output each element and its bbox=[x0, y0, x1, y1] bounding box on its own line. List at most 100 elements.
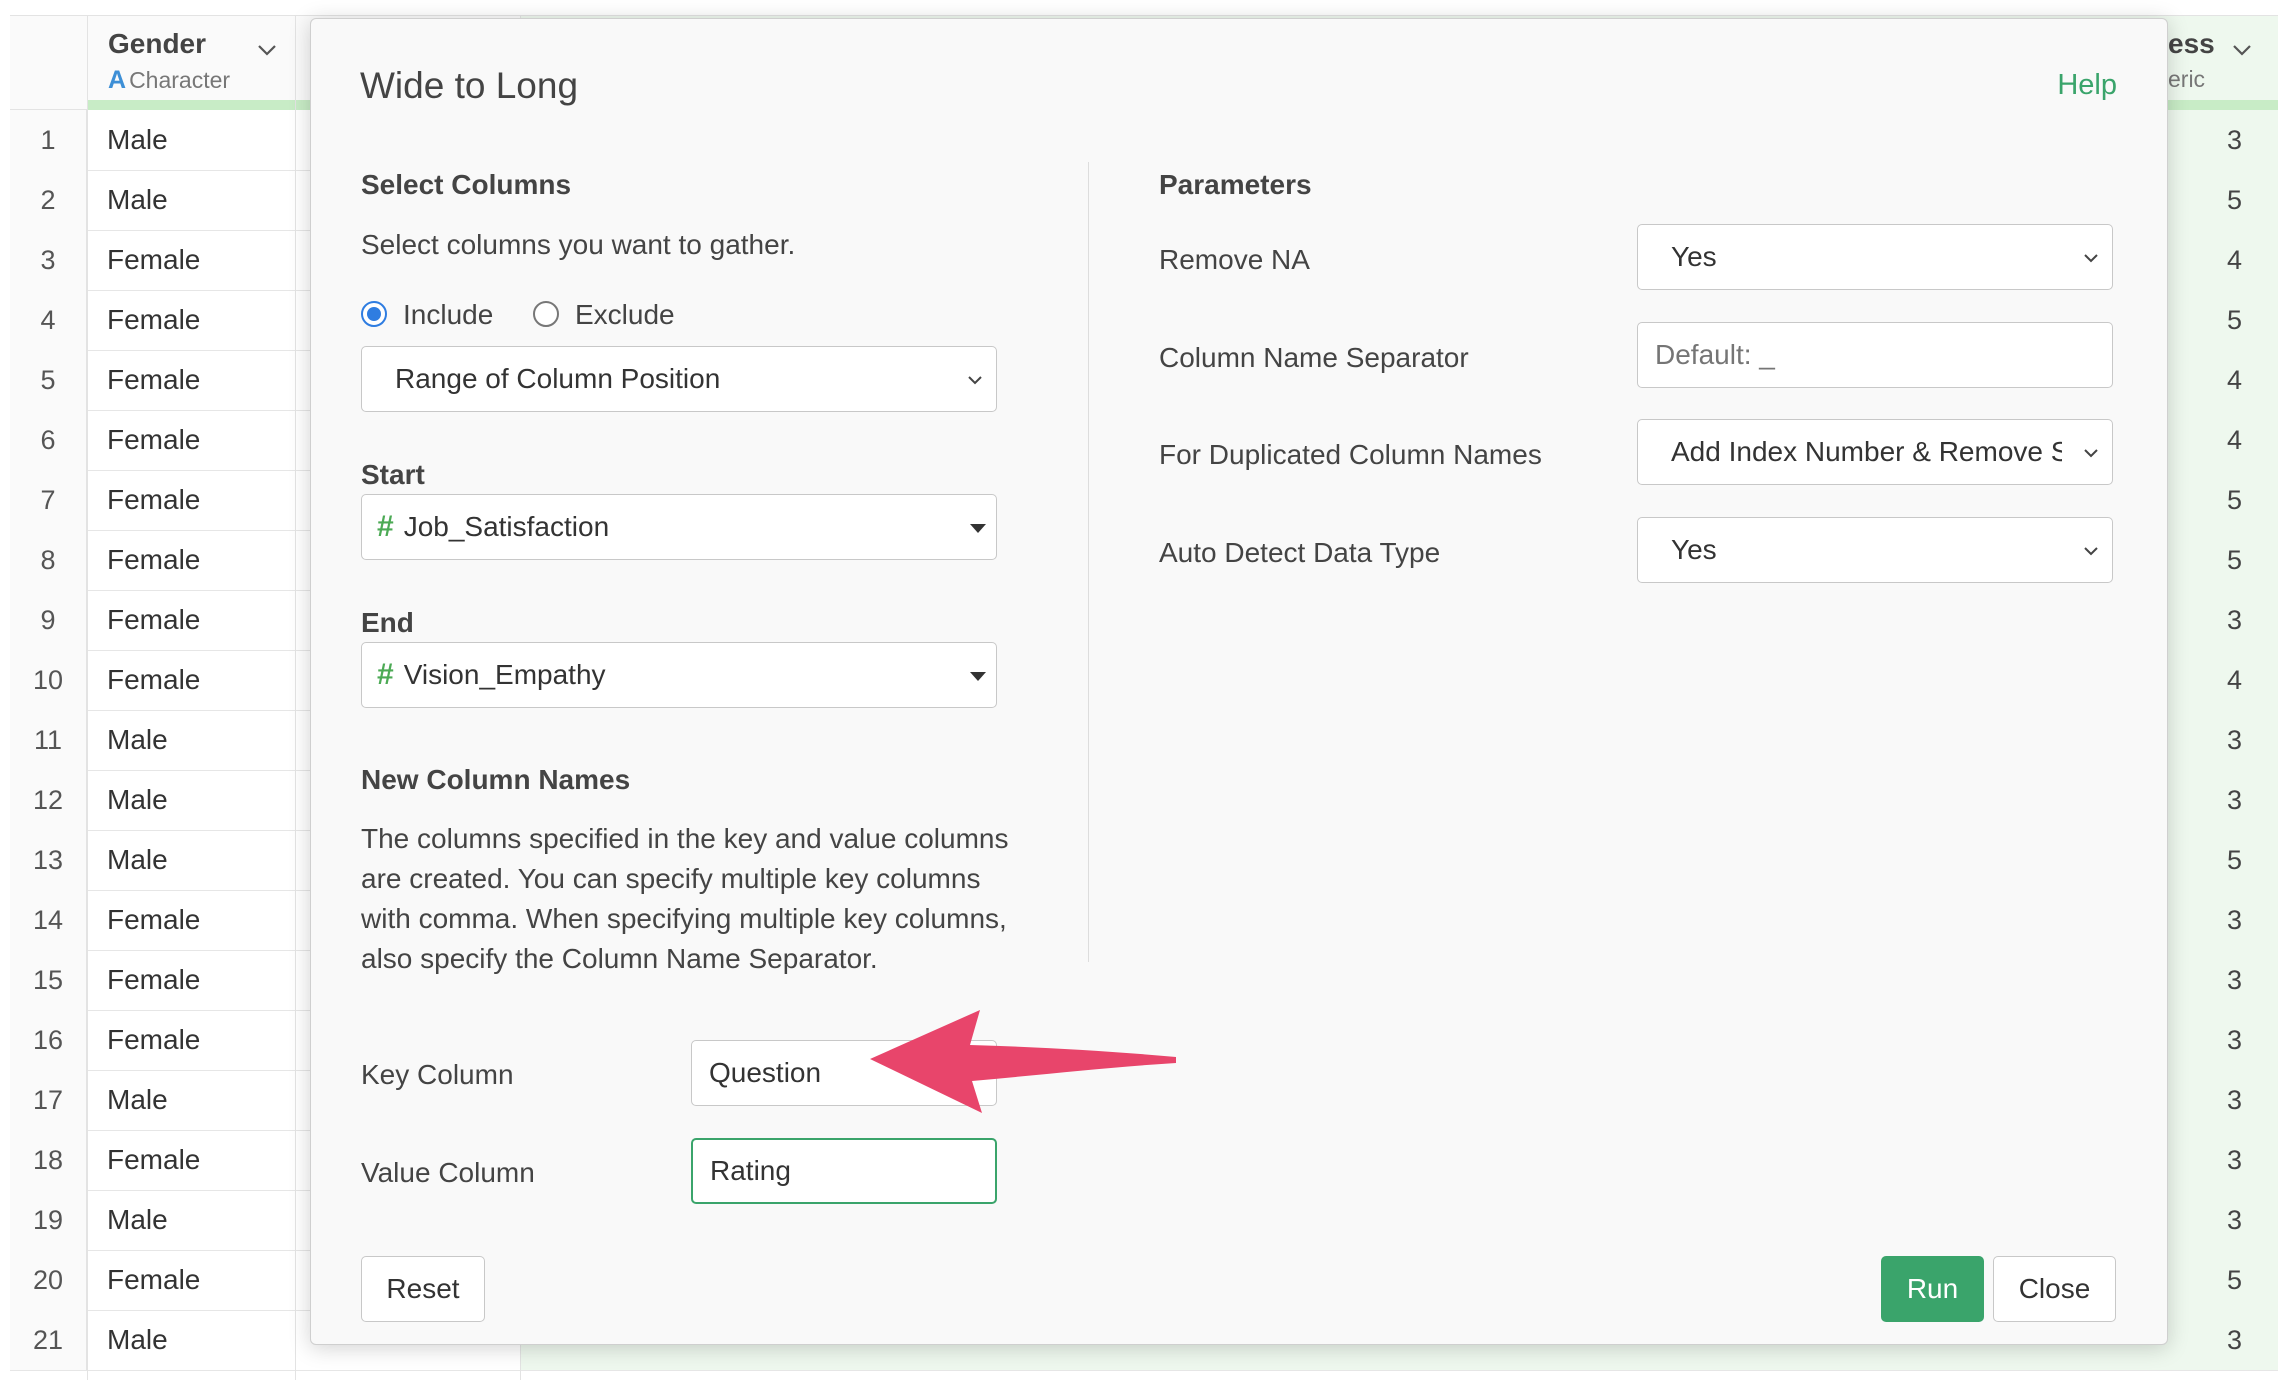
row-number: 4 bbox=[10, 290, 87, 350]
exclude-label: Exclude bbox=[575, 299, 675, 330]
value-cell[interactable]: 5 bbox=[2227, 1250, 2242, 1310]
row-number: 20 bbox=[10, 1250, 87, 1310]
row-number: 18 bbox=[10, 1130, 87, 1190]
chevron-down-icon bbox=[968, 376, 982, 385]
end-column-select[interactable]: # Vision_Empathy bbox=[361, 642, 997, 708]
column-divider bbox=[1088, 162, 1089, 962]
gender-cell[interactable]: Male bbox=[107, 830, 168, 890]
start-label: Start bbox=[361, 459, 425, 490]
value-cell[interactable]: 3 bbox=[2227, 1010, 2242, 1070]
row-number: 11 bbox=[10, 710, 87, 770]
gender-cell[interactable]: Female bbox=[107, 530, 200, 590]
row-number: 7 bbox=[10, 470, 87, 530]
parameters-heading: Parameters bbox=[1159, 169, 1312, 200]
gender-cell[interactable]: Female bbox=[107, 1130, 200, 1190]
caret-down-icon bbox=[970, 672, 986, 681]
gender-cell[interactable]: Male bbox=[107, 710, 168, 770]
value-cell[interactable]: 3 bbox=[2227, 1070, 2242, 1130]
remove-na-label: Remove NA bbox=[1159, 244, 1310, 275]
column-name: Gender bbox=[108, 28, 207, 59]
gender-cell[interactable]: Female bbox=[107, 290, 200, 350]
help-link[interactable]: Help bbox=[2057, 69, 2117, 102]
exclude-radio[interactable] bbox=[533, 301, 559, 327]
value-cell[interactable]: 4 bbox=[2227, 350, 2242, 410]
row-number: 9 bbox=[10, 590, 87, 650]
value-column-label: Value Column bbox=[361, 1157, 535, 1188]
value-cell[interactable]: 3 bbox=[2227, 110, 2242, 170]
value-cell[interactable]: 5 bbox=[2227, 830, 2242, 890]
value-cell[interactable]: 5 bbox=[2227, 170, 2242, 230]
row-number: 13 bbox=[10, 830, 87, 890]
row-number: 14 bbox=[10, 890, 87, 950]
gender-cell[interactable]: Male bbox=[107, 1190, 168, 1250]
gender-cell[interactable]: Female bbox=[107, 1010, 200, 1070]
remove-na-value: Yes bbox=[1671, 241, 1717, 272]
gender-cell[interactable]: Male bbox=[107, 1310, 168, 1370]
value-cell[interactable]: 5 bbox=[2227, 290, 2242, 350]
start-column-value: Job_Satisfaction bbox=[403, 511, 610, 542]
gender-cell[interactable]: Male bbox=[107, 770, 168, 830]
include-label: Include bbox=[403, 299, 494, 330]
row-number: 6 bbox=[10, 410, 87, 470]
gender-cell[interactable]: Female bbox=[107, 350, 200, 410]
select-value: Range of Column Position bbox=[395, 363, 721, 394]
value-cell[interactable]: 3 bbox=[2227, 1130, 2242, 1190]
gender-cell[interactable]: Female bbox=[107, 410, 200, 470]
auto-detect-data-type-select[interactable]: Yes bbox=[1637, 517, 2113, 583]
close-button[interactable]: Close bbox=[1993, 1256, 2116, 1322]
value-cell[interactable]: 5 bbox=[2227, 530, 2242, 590]
gender-cell[interactable]: Female bbox=[107, 470, 200, 530]
duplicated-column-names-value: Add Index Number & Remove S bbox=[1671, 436, 2062, 467]
reset-button[interactable]: Reset bbox=[361, 1256, 485, 1322]
include-radio[interactable] bbox=[361, 301, 387, 327]
column-header-gender[interactable]: Gender A Character bbox=[87, 15, 295, 110]
value-cell[interactable]: 4 bbox=[2227, 650, 2242, 710]
auto-detect-data-type-value: Yes bbox=[1671, 534, 1717, 565]
column-divider-line bbox=[295, 15, 296, 1380]
column-header-stripe bbox=[87, 100, 295, 110]
row-number: 12 bbox=[10, 770, 87, 830]
gender-cell[interactable]: Male bbox=[107, 1070, 168, 1130]
value-cell[interactable]: 5 bbox=[2227, 470, 2242, 530]
new-column-names-description: The columns specified in the key and val… bbox=[361, 823, 1009, 974]
column-name-separator-label: Column Name Separator bbox=[1159, 342, 1469, 373]
column-type-label: Character bbox=[129, 67, 231, 93]
row-number-header bbox=[10, 15, 87, 110]
chevron-down-icon[interactable] bbox=[2230, 38, 2254, 62]
gender-cell[interactable]: Male bbox=[107, 170, 168, 230]
wide-to-long-dialog: Wide to Long Help Select Columns Select … bbox=[310, 18, 2168, 1345]
gender-cell[interactable]: Male bbox=[107, 110, 168, 170]
column-selection-method-select[interactable]: Range of Column Position bbox=[361, 346, 997, 412]
select-columns-description: Select columns you want to gather. bbox=[361, 229, 796, 260]
gender-cell[interactable]: Female bbox=[107, 590, 200, 650]
value-cell[interactable]: 3 bbox=[2227, 590, 2242, 650]
row-number: 3 bbox=[10, 230, 87, 290]
run-button[interactable]: Run bbox=[1881, 1256, 1984, 1322]
value-cell[interactable]: 3 bbox=[2227, 1190, 2242, 1250]
value-cell[interactable]: 3 bbox=[2227, 710, 2242, 770]
gender-cell[interactable]: Female bbox=[107, 950, 200, 1010]
remove-na-select[interactable]: Yes bbox=[1637, 224, 2113, 290]
column-name-fragment: ess bbox=[2168, 28, 2215, 59]
value-cell[interactable]: 3 bbox=[2227, 890, 2242, 950]
start-column-select[interactable]: # Job_Satisfaction bbox=[361, 494, 997, 560]
row-number: 21 bbox=[10, 1310, 87, 1370]
end-column-value-wrap: # Vision_Empathy bbox=[377, 643, 606, 707]
value-cell[interactable]: 4 bbox=[2227, 230, 2242, 290]
auto-detect-data-type-label: Auto Detect Data Type bbox=[1159, 537, 1441, 568]
value-column-input[interactable] bbox=[691, 1138, 997, 1204]
gender-cell[interactable]: Female bbox=[107, 1250, 200, 1310]
value-cell[interactable]: 4 bbox=[2227, 410, 2242, 470]
value-cell[interactable]: 3 bbox=[2227, 1310, 2242, 1370]
gender-cell[interactable]: Female bbox=[107, 890, 200, 950]
column-name-separator-input[interactable] bbox=[1637, 322, 2113, 388]
gender-cell[interactable]: Female bbox=[107, 230, 200, 290]
chevron-down-icon[interactable] bbox=[255, 38, 279, 62]
duplicated-column-names-label: For Duplicated Column Names bbox=[1159, 439, 1542, 470]
duplicated-column-names-select[interactable]: Add Index Number & Remove S bbox=[1637, 419, 2113, 485]
gender-cell[interactable]: Female bbox=[107, 650, 200, 710]
value-cell[interactable]: 3 bbox=[2227, 950, 2242, 1010]
end-label: End bbox=[361, 607, 414, 638]
value-cell[interactable]: 3 bbox=[2227, 770, 2242, 830]
select-columns-heading: Select Columns bbox=[361, 169, 572, 200]
